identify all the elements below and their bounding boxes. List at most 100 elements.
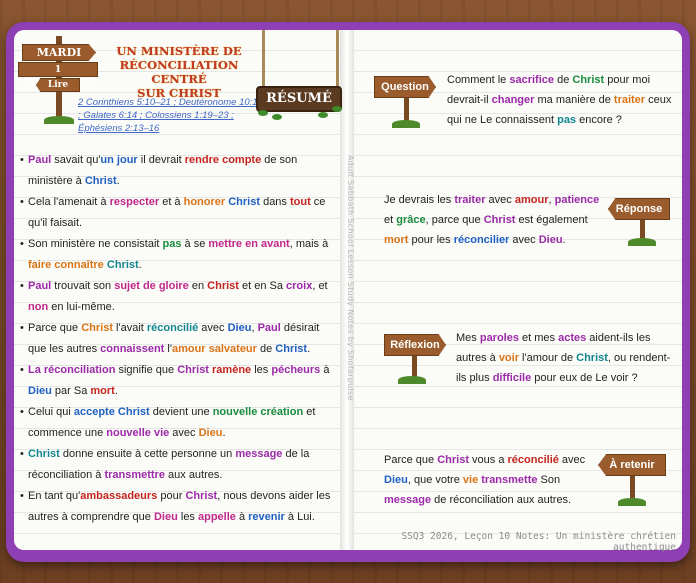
- list-item-text: Cela l'amenait à respecter et à honorer …: [28, 192, 338, 234]
- text-segment: , parce que: [425, 214, 484, 226]
- leaf-decoration: [318, 112, 328, 118]
- highlighted-word: accepte: [73, 406, 115, 418]
- sign-rope-left: [262, 30, 265, 88]
- highlighted-word: Paul: [257, 322, 281, 334]
- bible-references[interactable]: 2 Corinthiens 5:10–21 ; Deutéronome 10:1…: [78, 96, 268, 135]
- text-segment: , et: [312, 280, 328, 292]
- highlighted-word: sujet de gloire: [114, 280, 189, 292]
- text-segment: devient une: [149, 406, 213, 418]
- highlighted-word: respecter: [109, 196, 160, 208]
- highlighted-word: Christ: [106, 259, 139, 271]
- highlighted-word: patience: [554, 194, 600, 206]
- text-segment: à se: [181, 238, 209, 250]
- list-item-text: La réconciliation signifie que Christ ra…: [28, 360, 338, 402]
- text-segment: Parce que: [28, 322, 82, 334]
- text-segment: est également: [515, 214, 588, 226]
- list-item-text: Paul savait qu'un jour il devrait rendre…: [28, 150, 338, 192]
- text-segment: .: [222, 427, 226, 439]
- highlighted-word: traiter: [613, 94, 646, 106]
- text-segment: aux autres.: [164, 469, 223, 481]
- sign-rope-right: [336, 30, 339, 88]
- read-sign: Lire: [36, 78, 80, 92]
- highlighted-word: amour salvateur: [171, 343, 257, 355]
- question-text: Comment le sacrifice de Christ pour moi …: [447, 70, 675, 130]
- text-segment: Son: [537, 474, 561, 486]
- highlighted-word: Dieu: [28, 385, 52, 397]
- takeaway-text: Parce que Christ vous a réconcilié avec …: [384, 450, 594, 510]
- text-segment: pour eux de Le voir ?: [531, 372, 638, 384]
- text-segment: avec: [509, 234, 539, 246]
- text-segment: ma manière de: [534, 94, 614, 106]
- footer-caption: SSQ3 2026, Leçon 10 Notes: Un ministère …: [401, 531, 676, 553]
- highlighted-word: croix: [286, 280, 313, 292]
- highlighted-word: ambassadeurs: [80, 490, 158, 502]
- highlighted-word: Christ: [228, 196, 261, 208]
- highlighted-word: faire connaître: [28, 259, 104, 271]
- text-segment: dans: [260, 196, 290, 208]
- text-segment: , que votre: [407, 474, 463, 486]
- text-segment: avec: [558, 454, 586, 466]
- date-sign: 1 SEPTEMBRE: [18, 62, 98, 89]
- highlighted-word: revenir: [248, 511, 285, 523]
- bullet-icon: •: [20, 490, 24, 502]
- highlighted-word: réconcilié: [146, 322, 199, 334]
- list-item-text: Son ministère ne consistait pas à se met…: [28, 234, 338, 276]
- text-segment: Je devrais les: [384, 194, 455, 206]
- highlighted-word: Dieu: [198, 427, 223, 439]
- leaf-decoration: [258, 110, 268, 116]
- text-segment: à: [320, 364, 330, 376]
- response-text: Je devrais les traiter avec amour, patie…: [384, 190, 606, 250]
- highlighted-word: La réconciliation: [28, 364, 116, 376]
- highlighted-word: rendre compte: [184, 154, 262, 166]
- highlighted-word: vie: [462, 474, 479, 486]
- text-segment: avec: [169, 427, 199, 439]
- text-segment: de réconciliation aux autres.: [431, 494, 572, 506]
- title-line-2: RÉCONCILIATION CENTRÉ: [119, 58, 239, 86]
- list-item-text: Paul trouvait son sujet de gloire en Chr…: [28, 276, 338, 318]
- text-segment: .: [114, 385, 118, 397]
- list-item: • Paul trouvait son sujet de gloire en Ch…: [20, 276, 338, 318]
- highlighted-word: mort: [90, 385, 115, 397]
- lesson-title: UN MINISTÈRE DE RÉCONCILIATION CENTRÉ SU…: [104, 44, 254, 100]
- text-segment: l'amour de: [519, 352, 577, 364]
- text-segment: en: [188, 280, 208, 292]
- text-segment: signifie que: [115, 364, 178, 376]
- highlighted-word: réconcilier: [453, 234, 510, 246]
- highlighted-word: tout: [289, 196, 311, 208]
- text-segment: encore ?: [576, 114, 622, 126]
- highlighted-word: Christ: [437, 454, 469, 466]
- text-segment: savait qu': [51, 154, 101, 166]
- highlighted-word: Paul: [28, 280, 52, 292]
- text-segment: .: [116, 175, 120, 187]
- text-segment: vous a: [468, 454, 508, 466]
- list-item-text: Parce que Christ l'avait réconcilié avec…: [28, 318, 338, 360]
- bullet-icon: •: [20, 364, 24, 376]
- highlighted-word: Dieu: [227, 322, 252, 334]
- leaf-decoration: [332, 106, 342, 112]
- list-item: • Cela l'amenait à respecter et à honorer…: [20, 192, 338, 234]
- highlighted-word: changer: [491, 94, 535, 106]
- bullet-icon: •: [20, 196, 24, 208]
- highlighted-word: message: [235, 448, 283, 460]
- highlighted-word: Christ: [483, 214, 516, 226]
- highlighted-word: grâce: [396, 214, 426, 226]
- highlighted-word: connaissent: [100, 343, 165, 355]
- highlighted-word: Dieu: [384, 474, 408, 486]
- text-segment: avec: [198, 322, 228, 334]
- text-segment: Mes: [456, 332, 480, 344]
- highlighted-word: Christ: [576, 352, 608, 364]
- text-segment: les: [177, 511, 198, 523]
- text-segment: .: [562, 234, 566, 246]
- highlighted-word: difficile: [492, 372, 532, 384]
- text-segment: à Lui.: [284, 511, 315, 523]
- text-segment: de: [256, 343, 276, 355]
- highlighted-word: Christ: [572, 74, 605, 86]
- text-segment: Comment le: [447, 74, 510, 86]
- list-item: • Parce que Christ l'avait réconcilié ave…: [20, 318, 338, 360]
- grass-decoration: [392, 120, 420, 128]
- highlighted-word: amour: [514, 194, 549, 206]
- list-item-text: Celui qui accepte Christ devient une nou…: [28, 402, 338, 444]
- text-segment: et à: [159, 196, 184, 208]
- grass-decoration: [628, 238, 656, 246]
- highlighted-word: Christ: [185, 490, 218, 502]
